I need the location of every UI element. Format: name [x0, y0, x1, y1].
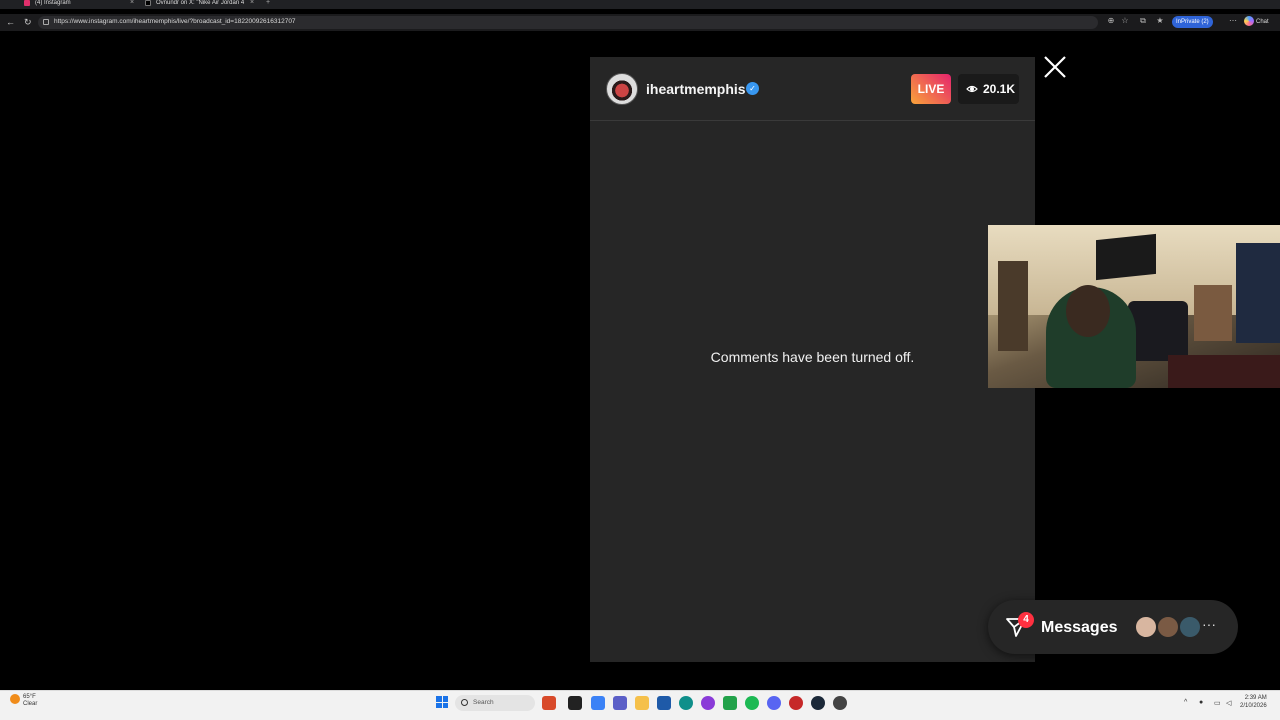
discord-icon[interactable] — [767, 696, 781, 710]
room-shelf — [998, 261, 1028, 351]
tab-strip: (4) Instagram × Ovnundr on X: "Nike Air … — [0, 0, 1280, 9]
room-desk — [1168, 355, 1280, 388]
viewer-count: 20.1K — [958, 74, 1019, 104]
username[interactable]: iheartmemphis — [646, 81, 746, 97]
windows-taskbar: 65°F Clear Search ^ ● ▭ ◁ 2:39 AM 2/10/2… — [0, 690, 1280, 720]
search-icon — [461, 699, 468, 706]
weather-icon — [10, 694, 20, 704]
streamer-head — [1066, 285, 1110, 337]
refresh-icon[interactable]: ↻ — [24, 17, 32, 27]
app-icon[interactable] — [789, 696, 803, 710]
room-poster — [1194, 285, 1232, 341]
clock-date: 2/10/2026 — [1240, 703, 1267, 709]
extensions-icon[interactable]: ⧉ — [1138, 16, 1148, 26]
teams-icon[interactable] — [613, 696, 627, 710]
chevron-up-icon[interactable]: ^ — [1184, 699, 1187, 706]
new-tab-icon[interactable]: + — [266, 0, 270, 6]
tab-x-post[interactable]: Ovnundr on X: "Nike Air Jordan 4 — [145, 0, 245, 9]
more-options-icon[interactable]: ⋯ — [1228, 16, 1238, 26]
volume-icon[interactable]: ◁ — [1226, 699, 1231, 707]
chrome-icon[interactable] — [591, 696, 605, 710]
network-icon[interactable]: ▭ — [1214, 699, 1221, 707]
address-bar: ← ↻ https://www.instagram.com/iheartmemp… — [0, 14, 1280, 31]
avatar — [1156, 615, 1180, 639]
inprivate-button[interactable]: InPrivate (2) — [1172, 16, 1213, 28]
viewer-count-value: 20.1K — [983, 82, 1016, 96]
system-clock[interactable]: 2:39 AM 2/10/2026 — [1240, 694, 1267, 710]
store-icon[interactable] — [657, 696, 671, 710]
steam-icon[interactable] — [811, 696, 825, 710]
url-field[interactable]: https://www.instagram.com/iheartmemphis/… — [38, 16, 1098, 29]
avatar — [1178, 615, 1202, 639]
messages-label: Messages — [1041, 619, 1118, 636]
more-options-icon: ··· — [1202, 616, 1216, 632]
close-tab-icon[interactable]: × — [130, 0, 134, 6]
favorite-star-icon[interactable]: ☆ — [1120, 16, 1130, 26]
close-icon[interactable] — [1043, 55, 1067, 79]
favorites-icon[interactable]: ★ — [1155, 16, 1165, 26]
copilot-chat-button[interactable]: Chat — [1244, 16, 1269, 28]
gaming-chair — [1128, 301, 1188, 361]
verified-badge-icon: ✓ — [746, 82, 759, 95]
microphone-icon[interactable]: ● — [1199, 699, 1203, 706]
copilot-icon — [1244, 16, 1254, 27]
url-text: https://www.instagram.com/iheartmemphis/… — [54, 18, 296, 25]
tab-title: Ovnundr on X: "Nike Air Jordan 4 — [156, 0, 245, 6]
live-badge: LIVE — [911, 74, 951, 104]
live-header: iheartmemphis ✓ LIVE 20.1K — [590, 57, 1035, 121]
x-favicon-icon — [145, 0, 151, 6]
weather-temp: 65°F — [23, 694, 36, 700]
unread-badge: 4 — [1018, 612, 1034, 628]
close-tab-icon[interactable]: × — [250, 0, 254, 6]
chat-label: Chat — [1256, 19, 1269, 25]
app-icon[interactable] — [723, 696, 737, 710]
search-placeholder: Search — [473, 699, 494, 706]
site-info-icon[interactable] — [43, 19, 49, 25]
messages-button[interactable]: 4 Messages ··· — [988, 600, 1238, 654]
widget-icon[interactable] — [542, 696, 556, 710]
spotify-icon[interactable] — [745, 696, 759, 710]
tab-title: (4) Instagram — [35, 0, 71, 6]
live-comments-panel: iheartmemphis ✓ LIVE 20.1K Comments have… — [590, 57, 1035, 662]
avatar[interactable] — [606, 73, 638, 105]
instagram-favicon-icon — [24, 0, 30, 6]
eye-icon — [966, 85, 978, 93]
taskbar-search[interactable]: Search — [455, 695, 535, 711]
zoom-icon[interactable]: ⊕ — [1106, 16, 1116, 26]
back-icon[interactable]: ← — [6, 17, 15, 27]
app-icon[interactable] — [701, 696, 715, 710]
comments-off-notice: Comments have been turned off. — [710, 349, 915, 365]
webcam-video — [988, 225, 1280, 388]
avatar — [1134, 615, 1158, 639]
weather-widget[interactable]: 65°F Clear — [10, 694, 37, 708]
tab-instagram[interactable]: (4) Instagram — [24, 0, 134, 9]
edge-icon[interactable] — [679, 696, 693, 710]
clock-time: 2:39 AM — [1244, 695, 1267, 701]
app-icon[interactable] — [833, 696, 847, 710]
file-explorer-icon[interactable] — [635, 696, 649, 710]
start-button[interactable] — [436, 696, 448, 708]
room-tv — [1096, 233, 1156, 281]
room-poster — [1236, 243, 1280, 343]
task-view-icon[interactable] — [568, 696, 582, 710]
weather-desc: Clear — [23, 701, 38, 707]
